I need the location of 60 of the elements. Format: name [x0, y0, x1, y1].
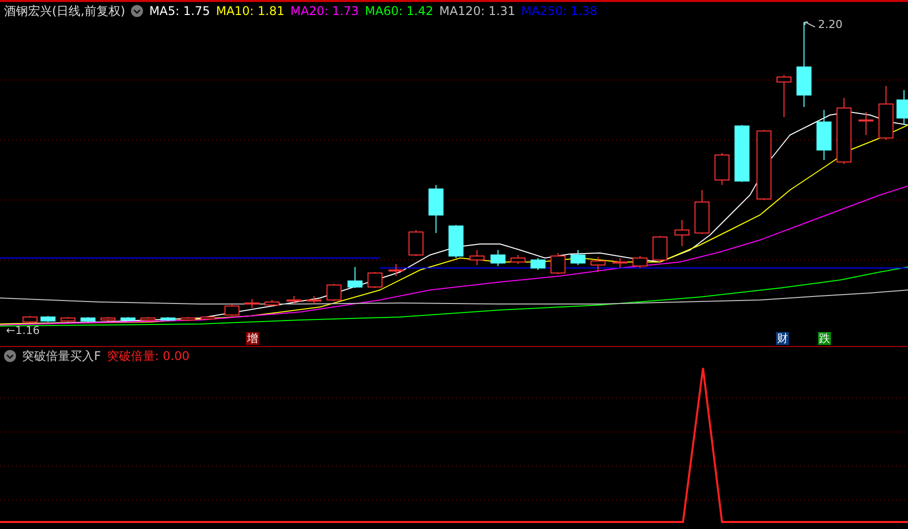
candlestick [590, 256, 606, 272]
moving-average-value: MA120: 1.31 [439, 3, 516, 19]
candlestick [100, 316, 116, 322]
candlestick [612, 258, 628, 268]
candlestick [264, 300, 280, 306]
candlestick [490, 250, 506, 266]
candlestick [428, 184, 444, 234]
candlestick [286, 296, 302, 304]
candlestick [140, 316, 156, 322]
candlestick [734, 124, 750, 182]
candlestick [348, 266, 362, 288]
candlestick [896, 90, 908, 126]
candlestick [160, 316, 176, 322]
candlestick [632, 256, 648, 268]
candlestick [306, 296, 322, 304]
chevron-down-icon[interactable] [131, 5, 144, 17]
candlestick [388, 264, 404, 276]
candlestick [652, 236, 668, 262]
candlestick [550, 252, 566, 274]
candlestick [714, 152, 730, 186]
candlestick [470, 250, 484, 266]
candlestick [244, 298, 260, 308]
candlestick [326, 284, 342, 302]
candlestick [120, 316, 136, 322]
moving-average-value: MA250: 1.38 [521, 3, 598, 19]
candlestick [80, 316, 96, 322]
candlestick [836, 98, 852, 164]
candlestick [570, 250, 586, 266]
candlestick [22, 316, 38, 324]
stock-title: 酒钢宏兴(日线,前复权) [4, 3, 126, 19]
candlestick [448, 224, 464, 258]
moving-average-value: MA10: 1.81 [216, 3, 284, 19]
candlestick [694, 190, 710, 234]
low-price-label: ←1.16 [6, 324, 40, 338]
arrow-icon [804, 21, 816, 30]
candlestick [200, 316, 216, 320]
candlestick [510, 254, 526, 264]
candlestick [756, 130, 772, 200]
candlestick [40, 316, 56, 322]
candlestick [408, 230, 424, 256]
candlestick [368, 272, 382, 288]
indicator-value: 突破倍量: 0.00 [106, 348, 190, 364]
candlestick [816, 110, 832, 160]
candlestick [776, 74, 792, 118]
moving-average-value: MA20: 1.73 [290, 3, 359, 19]
candlestick [858, 112, 874, 136]
event-marker: 增 [246, 332, 259, 345]
high-price-label: 2.20 [818, 17, 842, 33]
moving-average-value: MA60: 1.42 [364, 3, 434, 19]
event-marker: 跌 [818, 332, 831, 345]
candlestick [180, 316, 196, 322]
moving-average-value: MA5: 1.75 [149, 3, 210, 19]
chevron-down-icon[interactable] [4, 350, 16, 362]
candlestick [674, 220, 690, 246]
indicator-name: 突破倍量买入F [22, 348, 101, 364]
event-marker: 财 [776, 332, 789, 345]
candlestick [224, 304, 240, 316]
candlestick [530, 258, 546, 270]
candlestick [878, 86, 894, 140]
candlestick [60, 316, 76, 322]
